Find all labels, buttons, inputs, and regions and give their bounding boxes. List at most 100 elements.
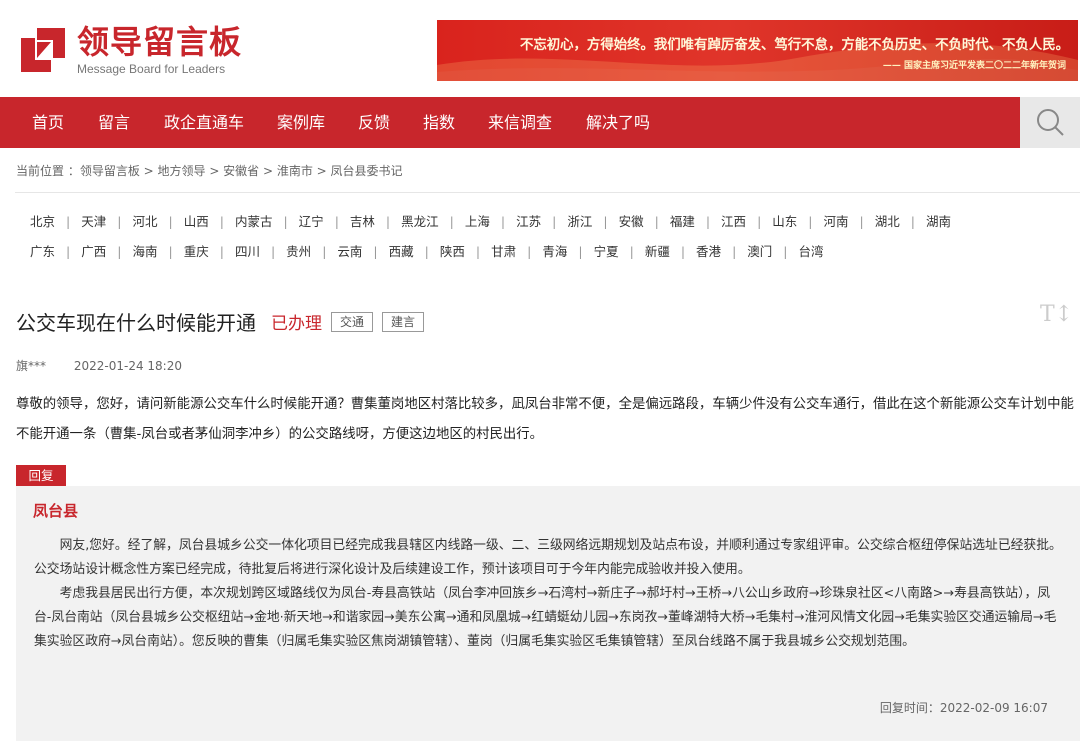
nav-resolved[interactable]: 解决了吗 bbox=[586, 97, 650, 148]
region-link[interactable]: 西藏 bbox=[389, 244, 414, 259]
region-link[interactable]: 宁夏 bbox=[594, 244, 619, 259]
status-badge: 已办理 bbox=[271, 314, 322, 334]
region-link[interactable]: 河南 bbox=[824, 214, 849, 229]
region-link[interactable]: 重庆 bbox=[184, 244, 209, 259]
region-link[interactable]: 澳门 bbox=[747, 244, 772, 259]
nav-survey[interactable]: 来信调查 bbox=[488, 97, 552, 148]
region-link[interactable]: 上海 bbox=[465, 214, 490, 229]
region-separator: | bbox=[66, 214, 71, 229]
search-button[interactable] bbox=[1020, 97, 1080, 148]
region-separator: | bbox=[629, 244, 634, 259]
region-separator: | bbox=[603, 214, 608, 229]
region-separator: | bbox=[373, 244, 378, 259]
region-link[interactable]: 黑龙江 bbox=[401, 214, 439, 229]
message-meta: 旗*** 2022-01-24 18:20 bbox=[16, 357, 182, 374]
logo-mark-icon bbox=[17, 24, 69, 74]
region-separator: | bbox=[500, 214, 506, 229]
region-link[interactable]: 云南 bbox=[337, 244, 362, 259]
region-separator: | bbox=[322, 244, 327, 259]
region-separator: | bbox=[732, 244, 737, 259]
region-separator: | bbox=[808, 214, 813, 229]
nav-feedback[interactable]: 反馈 bbox=[358, 97, 390, 148]
region-separator: | bbox=[859, 214, 864, 229]
region-link[interactable]: 江西 bbox=[721, 214, 746, 229]
region-link[interactable]: 陕西 bbox=[440, 244, 465, 259]
header: 领导留言板 Message Board for Leaders 不忘初心，方得始… bbox=[0, 0, 1080, 97]
message-title: 公交车现在什么时候能开通 bbox=[16, 311, 256, 335]
region-row: 北京 | 天津 | 河北 | 山西 | 内蒙古 | 辽宁 | 吉林 | 黑龙江 | 上海 | 江苏 | 浙江 | 安徽 | 福建… bbox=[30, 212, 1080, 242]
region-separator: | bbox=[424, 244, 429, 259]
region-separator: | bbox=[578, 244, 583, 259]
logo-subtitle: Message Board for Leaders bbox=[77, 62, 226, 76]
nav-case-library[interactable]: 案例库 bbox=[277, 97, 325, 148]
message-header: 公交车现在什么时候能开通 已办理 交通 建言 bbox=[16, 307, 425, 336]
region-separator: | bbox=[283, 214, 288, 229]
tag-traffic[interactable]: 交通 bbox=[331, 311, 374, 332]
region-link[interactable]: 湖北 bbox=[875, 214, 900, 229]
logo-title: 领导留言板 bbox=[77, 23, 243, 61]
region-link[interactable]: 安徽 bbox=[619, 214, 644, 229]
region-link[interactable]: 香港 bbox=[696, 244, 721, 259]
reply-paragraph: 网友,您好。经了解，凤台县城乡公交一体化项目已经完成我县辖区内线路一级、二、三级… bbox=[34, 538, 1062, 577]
slogan-banner: 不忘初心，方得始终。我们唯有踔厉奋发、笃行不怠，方能不负历史、不负时代、不负人民… bbox=[437, 20, 1078, 81]
region-link[interactable]: 福建 bbox=[670, 214, 695, 229]
region-link[interactable]: 青海 bbox=[542, 244, 567, 259]
region-link[interactable]: 湖南 bbox=[926, 214, 951, 229]
region-separator: | bbox=[168, 214, 173, 229]
nav-home[interactable]: 首页 bbox=[32, 97, 64, 148]
reply-content: 网友,您好。经了解，凤台县城乡公交一体化项目已经完成我县辖区内线路一级、二、三级… bbox=[34, 534, 1064, 654]
search-icon bbox=[1037, 109, 1064, 136]
region-link[interactable]: 河北 bbox=[132, 214, 157, 229]
region-link[interactable]: 内蒙古 bbox=[235, 214, 273, 229]
region-separator: | bbox=[219, 244, 224, 259]
nav-message[interactable]: 留言 bbox=[98, 97, 130, 148]
region-separator: | bbox=[654, 214, 659, 229]
region-separator: | bbox=[117, 214, 122, 229]
region-separator: | bbox=[757, 214, 762, 229]
region-separator: | bbox=[475, 244, 481, 259]
region-link[interactable]: 贵州 bbox=[286, 244, 311, 259]
region-separator: | bbox=[66, 244, 71, 259]
region-separator: | bbox=[527, 244, 532, 259]
region-link[interactable]: 四川 bbox=[235, 244, 260, 259]
region-link[interactable]: 新疆 bbox=[645, 244, 670, 259]
region-separator: | bbox=[168, 244, 173, 259]
region-link[interactable]: 海南 bbox=[132, 244, 157, 259]
region-link[interactable]: 江苏 bbox=[516, 214, 541, 229]
region-link[interactable]: 广西 bbox=[81, 244, 106, 259]
banner-attribution: —— 国家主席习近平发表二〇二二年新年贺词 bbox=[882, 61, 1066, 71]
region-link[interactable]: 山西 bbox=[184, 214, 209, 229]
post-time: 2022-01-24 18:20 bbox=[73, 359, 182, 373]
region-list: 北京 | 天津 | 河北 | 山西 | 内蒙古 | 辽宁 | 吉林 | 黑龙江 | 上海 | 江苏 | 浙江 | 安徽 | 福建… bbox=[30, 212, 1080, 272]
region-separator: | bbox=[385, 214, 391, 229]
region-link[interactable]: 辽宁 bbox=[299, 214, 324, 229]
region-separator: | bbox=[680, 244, 686, 259]
region-link[interactable]: 山东 bbox=[772, 214, 797, 229]
region-link[interactable]: 甘肃 bbox=[491, 244, 516, 259]
region-link[interactable]: 浙江 bbox=[567, 214, 592, 229]
tag-suggestion[interactable]: 建言 bbox=[382, 311, 425, 332]
font-size-icon[interactable]: T↕ bbox=[1040, 302, 1073, 327]
breadcrumb: 当前位置 ：领导留言板 > 地方领导 > 安徽省 > 淮南市 > 凤台县委书记 bbox=[16, 164, 403, 178]
region-link[interactable]: 天津 bbox=[81, 214, 106, 229]
banner-slogan: 不忘初心，方得始终。我们唯有踔厉奋发、笃行不怠，方能不负历史、不负时代、不负人民… bbox=[519, 37, 1069, 53]
reply-paragraph: 考虑我县居民出行方便，本次规划跨区域路线仅为凤台-寿县高铁站（凤台李冲回族乡→石… bbox=[34, 586, 1057, 649]
site-logo[interactable]: 领导留言板 Message Board for Leaders bbox=[17, 24, 242, 80]
reply-organization: 凤台县 bbox=[33, 502, 79, 520]
region-link[interactable]: 吉林 bbox=[350, 214, 375, 229]
region-separator: | bbox=[552, 214, 557, 229]
nav-index[interactable]: 指数 bbox=[423, 97, 455, 148]
message-content: 尊敬的领导，您好，请问新能源公交车什么时候能开通？曹集董岗地区村落比较多，凪凤台… bbox=[16, 397, 1074, 442]
reply-label: 回复 bbox=[16, 465, 66, 486]
reply-box: 凤台县 网友,您好。经了解，凤台县城乡公交一体化项目已经完成我县辖区内线路一级、… bbox=[16, 486, 1080, 741]
region-separator: | bbox=[270, 244, 276, 259]
region-link[interactable]: 北京 bbox=[30, 214, 55, 229]
region-separator: | bbox=[705, 214, 711, 229]
author-name: 旗*** bbox=[16, 359, 47, 373]
region-separator: | bbox=[117, 244, 122, 259]
region-separator: | bbox=[910, 214, 915, 229]
region-link[interactable]: 台湾 bbox=[799, 244, 824, 259]
region-separator: | bbox=[783, 244, 788, 259]
region-link[interactable]: 广东 bbox=[30, 244, 55, 259]
nav-gov-business[interactable]: 政企直通车 bbox=[164, 97, 244, 148]
